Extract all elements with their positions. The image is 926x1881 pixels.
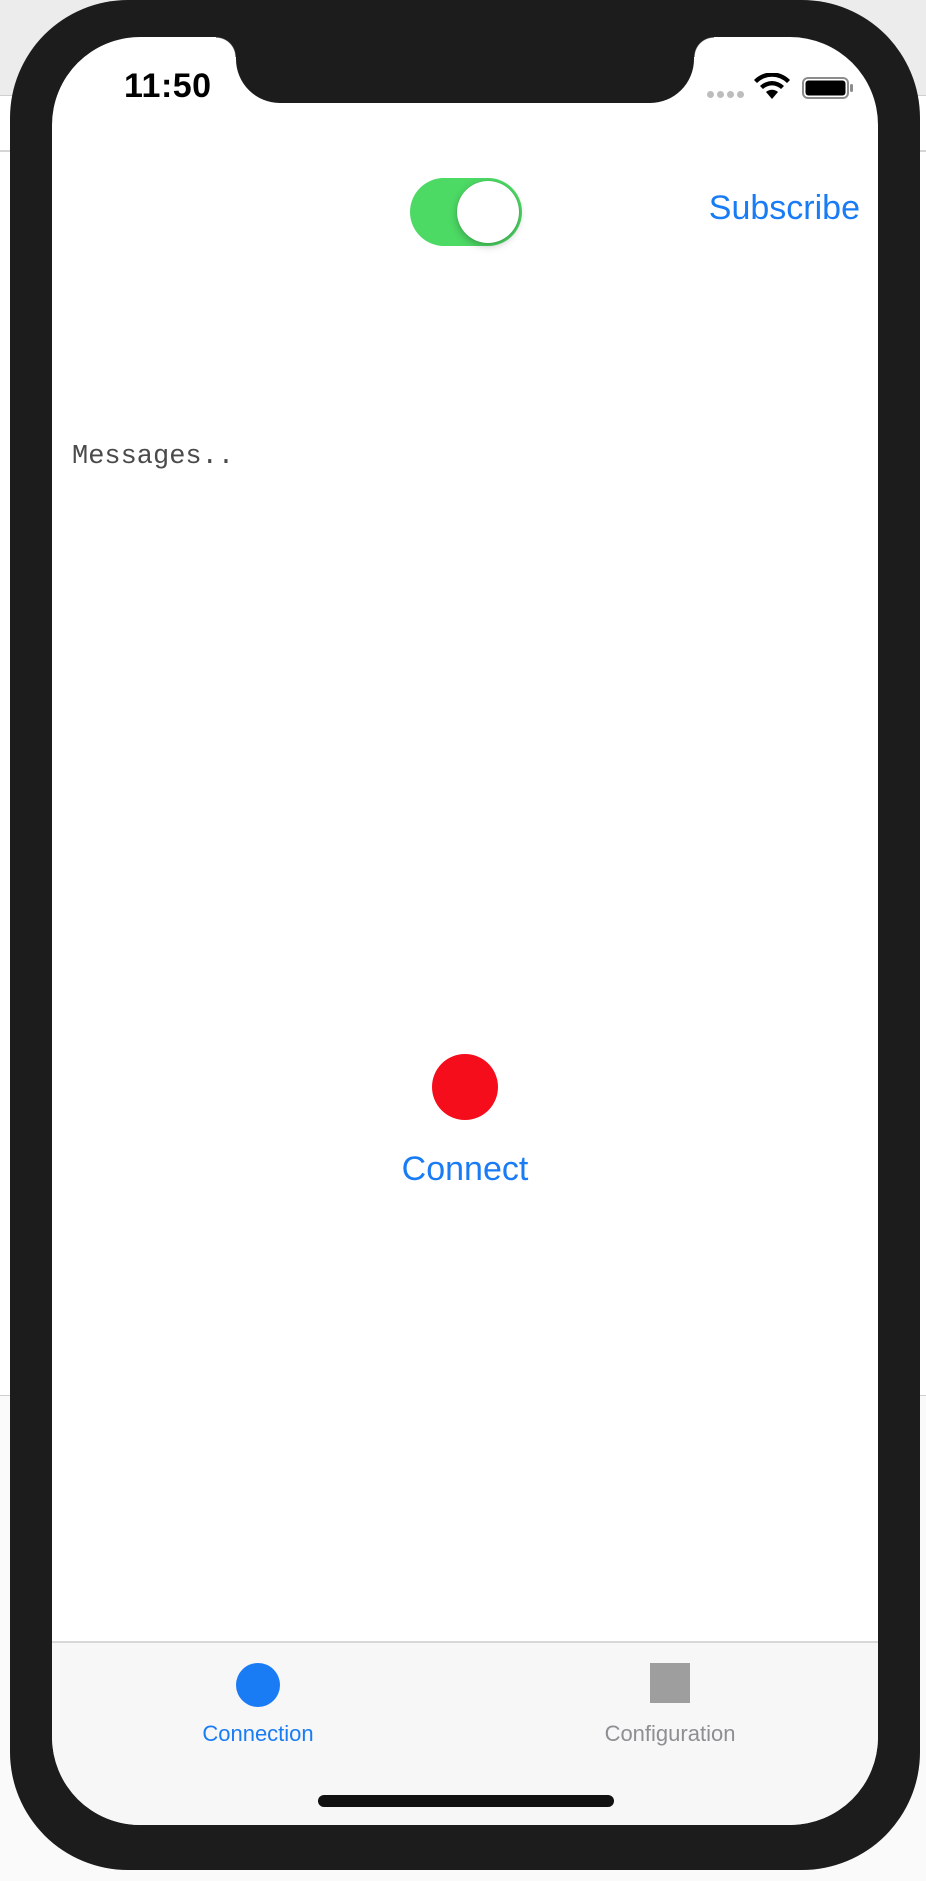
subscribe-button[interactable]: Subscribe bbox=[709, 189, 860, 228]
device-frame: 11:50 Subscribe Messages.. Connect Conne… bbox=[10, 0, 920, 1870]
app-screen: 11:50 Subscribe Messages.. Connect Conne… bbox=[52, 37, 878, 1825]
messages-text-view[interactable]: Messages.. bbox=[72, 442, 852, 962]
signal-dots-icon bbox=[707, 91, 747, 99]
tab-configuration[interactable]: Configuration bbox=[520, 1643, 820, 1763]
toggle-knob bbox=[457, 181, 519, 243]
home-indicator[interactable] bbox=[318, 1795, 614, 1807]
status-time: 11:50 bbox=[124, 67, 212, 105]
battery-full-icon bbox=[802, 77, 853, 99]
tab-connection[interactable]: Connection bbox=[108, 1643, 408, 1763]
wifi-icon bbox=[754, 73, 790, 99]
connection-status-indicator bbox=[432, 1054, 498, 1120]
tab-label: Configuration bbox=[604, 1721, 736, 1746]
device-notch bbox=[216, 37, 714, 103]
tab-label: Connection bbox=[202, 1721, 314, 1746]
square-icon bbox=[650, 1663, 690, 1703]
subscribe-toggle[interactable] bbox=[410, 178, 522, 246]
circle-icon bbox=[236, 1663, 280, 1707]
connect-button[interactable]: Connect bbox=[52, 1150, 878, 1189]
